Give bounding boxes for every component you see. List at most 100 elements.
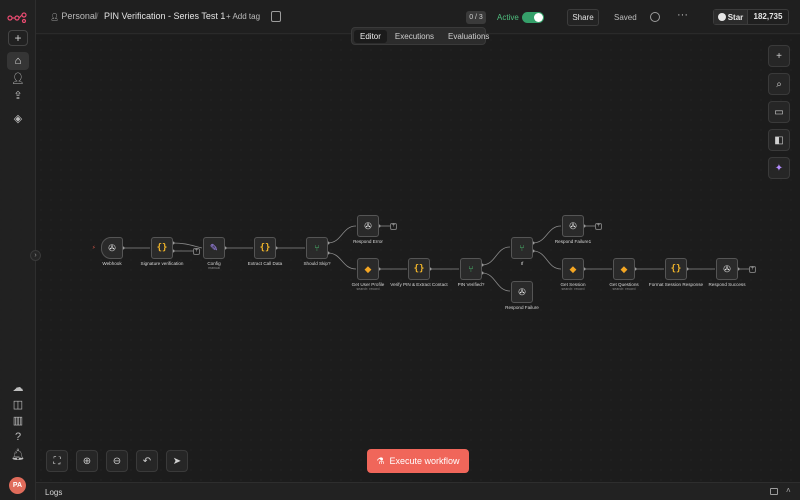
ai-assistant-icon[interactable]: ✦	[768, 157, 790, 179]
database-icon: ◆	[620, 263, 628, 274]
tab-editor[interactable]: Editor	[354, 29, 387, 43]
node-get-session[interactable]: ◆	[562, 258, 584, 280]
node-respond-failure[interactable]: ✇	[511, 281, 533, 303]
cursor-tool-icon[interactable]: ➤	[166, 450, 188, 472]
user-icon[interactable]: 👤︎	[7, 69, 29, 87]
code-icon: {}	[156, 243, 168, 253]
node-pin-verified[interactable]: ⑂	[460, 258, 482, 280]
github-icon	[717, 13, 726, 21]
node-get-questions[interactable]: ◆	[613, 258, 635, 280]
add-node-plus[interactable]: +	[749, 266, 756, 273]
history-icon[interactable]	[650, 12, 660, 22]
add-node-plus[interactable]: +	[390, 223, 397, 230]
github-star-button[interactable]: Star 182,735	[713, 9, 789, 25]
node-extract-call-data[interactable]: {}	[254, 237, 276, 259]
add-node-button[interactable]: +	[768, 45, 790, 67]
github-star-count: 182,735	[747, 10, 788, 24]
archive-icon[interactable]	[271, 11, 281, 22]
zoom-out-icon[interactable]: ⊖	[106, 450, 128, 472]
webhook-icon: ✇	[723, 263, 731, 274]
more-options-icon[interactable]: ···	[677, 9, 688, 21]
breadcrumb-owner-label: Personal	[61, 11, 97, 21]
node-webhook-title: Webhook	[102, 261, 122, 266]
home-icon[interactable]: ⌂	[7, 52, 29, 70]
code-icon: {}	[413, 264, 425, 274]
fit-view-icon[interactable]: ⛶	[46, 450, 68, 472]
database-icon: ◆	[569, 263, 577, 274]
panel-toggle-icon[interactable]: ◧	[768, 129, 790, 151]
code-icon: {}	[670, 264, 682, 274]
collapse-sidebar-button[interactable]: ›	[30, 250, 41, 261]
node-get-questions-sub: search: record	[612, 287, 636, 292]
webhook-icon: ✇	[569, 220, 577, 231]
node-respond-error-title: Respond Error	[353, 239, 383, 244]
trigger-bolt-icon: ⚡︎	[92, 245, 96, 251]
node-respond-success[interactable]: ✇	[716, 258, 738, 280]
node-webhook[interactable]: ✇	[101, 237, 123, 259]
node-if[interactable]: ⑂	[511, 237, 533, 259]
node-config-title: Config	[207, 261, 221, 266]
node-verify-pin[interactable]: {}	[408, 258, 430, 280]
node-get-user-sub: search: record	[356, 287, 380, 292]
flask-icon: ⚗	[376, 455, 385, 466]
cloud-icon[interactable]: ☁	[7, 378, 29, 396]
tab-executions[interactable]: Executions	[389, 30, 440, 43]
node-pin-verified-title: PIN Verified?	[457, 282, 485, 287]
node-respond-failure-label: Respond Failure	[490, 305, 554, 310]
add-node-plus[interactable]: +	[595, 223, 602, 230]
node-get-questions-title: Get Questions	[609, 282, 639, 287]
node-extract-title: Extract Call Data	[247, 261, 283, 266]
if-icon: ⑂	[468, 264, 474, 274]
node-respond-success-label: Respond Success	[695, 282, 759, 287]
webhook-icon: ✇	[108, 242, 116, 253]
view-tabs: Editor Executions Evaluations	[351, 27, 489, 45]
breadcrumb-owner[interactable]: 👤︎ Personal	[50, 11, 97, 21]
node-signature-verification[interactable]: {}	[151, 237, 173, 259]
zoom-in-icon[interactable]: ⊕	[76, 450, 98, 472]
if-icon: ⑂	[519, 243, 525, 253]
code-icon: {}	[259, 243, 271, 253]
webhook-icon: ✇	[364, 220, 372, 231]
plus-icon[interactable]: +	[8, 30, 28, 46]
node-config[interactable]: ✎	[203, 237, 225, 259]
pen-icon: ✎	[209, 242, 219, 254]
node-should-skip[interactable]: ⑂	[306, 237, 328, 259]
execute-workflow-button[interactable]: ⚗ Execute workflow	[367, 449, 469, 473]
logs-popout-icon[interactable]	[770, 488, 778, 495]
logo-icon[interactable]	[7, 11, 29, 23]
add-tag-button[interactable]: + Add tag	[226, 12, 260, 21]
execute-workflow-label: Execute workflow	[389, 456, 460, 466]
search-icon[interactable]: ⌕	[768, 73, 790, 95]
tab-evaluations[interactable]: Evaluations	[442, 30, 495, 43]
node-respond-error-label: Respond Error	[336, 239, 400, 244]
node-respond-failure1[interactable]: ✇	[562, 215, 584, 237]
node-format-session-response[interactable]: {}	[665, 258, 687, 280]
logs-panel[interactable]: Logs ˄	[36, 482, 800, 500]
breadcrumb-separator: /	[96, 11, 99, 21]
production-checklist-counter[interactable]: 0 / 3	[466, 11, 486, 24]
bell-icon[interactable]: 🔔︎	[7, 445, 29, 463]
share-icon[interactable]: ⇪	[7, 86, 29, 104]
node-get-user-profile[interactable]: ◆	[357, 258, 379, 280]
add-node-plus[interactable]: +	[193, 248, 200, 255]
sticky-note-icon[interactable]: ▭	[768, 101, 790, 123]
github-star-label: Star	[727, 12, 744, 22]
node-respond-failure-title: Respond Failure	[505, 305, 539, 310]
webhook-icon: ✇	[518, 286, 526, 297]
saved-status: Saved	[614, 13, 637, 22]
layers-icon[interactable]: ◈	[7, 109, 29, 127]
node-get-user-title: Get User Profile	[351, 282, 385, 287]
undo-icon[interactable]: ↶	[136, 450, 158, 472]
share-button[interactable]: Share	[567, 9, 599, 26]
node-if-label: If	[490, 261, 554, 266]
logs-expand-icon[interactable]: ˄	[786, 486, 791, 495]
workflow-editor: + ⌂ 👤︎ ⇪ ◈ ☁ ◫ ▥ ? 🔔︎ PA › 👤︎ Personal /…	[0, 0, 800, 500]
node-respond-error[interactable]: ✇	[357, 215, 379, 237]
help-icon[interactable]: ?	[7, 428, 29, 446]
database-icon: ◆	[364, 263, 372, 274]
insights-icon[interactable]: ▥	[7, 411, 29, 429]
node-pin-verified-label: PIN Verified?	[439, 282, 503, 287]
active-toggle[interactable]	[522, 12, 544, 23]
workflow-name[interactable]: PIN Verification - Series Test 1	[104, 11, 225, 21]
avatar[interactable]: PA	[9, 477, 26, 494]
